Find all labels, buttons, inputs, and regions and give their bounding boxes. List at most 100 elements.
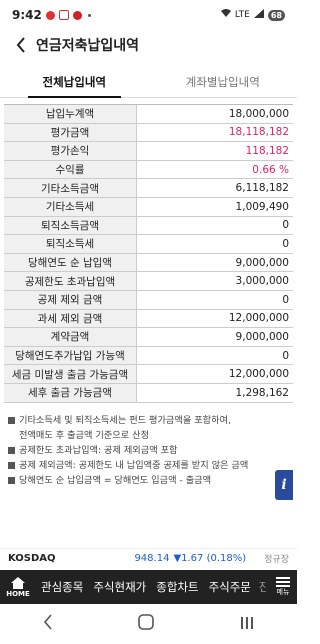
- row-label: 당해연도추가납입 가능액: [4, 346, 137, 365]
- row-label: 퇴직소득세: [4, 235, 137, 253]
- row-label: 당해연도 순 납입액: [4, 253, 137, 272]
- row-label: 퇴직소득금액: [4, 216, 137, 235]
- bullet-icon: [8, 446, 15, 454]
- row-value: 1,009,490: [235, 200, 289, 213]
- signal-icon: [253, 9, 264, 21]
- note-item: 당해연도 순 납입금액 = 당해연도 입금액 - 출금액: [8, 473, 289, 488]
- battery-icon: 68: [267, 9, 285, 21]
- index-ticker[interactable]: KOSDAQ 948.14 ▼1.67 (0.18%) 정규장: [0, 548, 297, 568]
- tab-by-account[interactable]: 계좌별납입내역: [149, 66, 298, 97]
- menu-label: 메뉴: [276, 588, 290, 596]
- status-bar: 9:42 LTE 68: [0, 0, 297, 30]
- home-label: HOME: [6, 589, 30, 598]
- bullet-icon: [8, 416, 15, 424]
- row-label: 평가금액: [4, 123, 137, 142]
- system-home-icon[interactable]: [138, 614, 155, 634]
- wifi-icon: [220, 9, 231, 21]
- system-back-icon[interactable]: [43, 614, 53, 634]
- row-value: 0.66 %: [252, 163, 289, 176]
- table-row: 평가손익 118,182: [4, 142, 293, 161]
- network-label: LTE: [234, 10, 250, 20]
- ticker-name: KOSDAQ: [8, 553, 56, 564]
- row-label: 세금 미발생 출금 가능금액: [4, 365, 137, 383]
- row-label: 평가손익: [4, 142, 137, 160]
- row-value: 9,000,000: [235, 256, 289, 269]
- nav-stock-price[interactable]: 주식현재가: [88, 579, 151, 595]
- back-arrow-icon[interactable]: [12, 36, 30, 54]
- row-value: 9,000,000: [235, 330, 289, 343]
- table-row: 과세 제외 금액 12,000,000: [4, 309, 293, 329]
- menu-button[interactable]: 메뉴: [269, 577, 297, 597]
- page-title: 연금저축납입내역: [36, 38, 140, 54]
- bullet-icon: [8, 476, 15, 484]
- nav-watchlist[interactable]: 관심종목: [36, 579, 88, 595]
- header: 연금저축납입내역: [0, 30, 297, 60]
- row-value: 3,000,000: [235, 275, 289, 288]
- row-value: 0: [282, 293, 289, 306]
- note-text: 공제 제외금액: 공제한도 내 납입액중 공제를 받지 않은 금액: [19, 459, 249, 471]
- status-time: 9:42: [12, 8, 42, 22]
- hamburger-icon: [276, 577, 290, 587]
- table-row: 당해연도 순 납입액 9,000,000: [4, 253, 293, 273]
- tab-bar: 전체납입내역 계좌별납입내역: [0, 66, 297, 98]
- row-value: 0: [282, 219, 289, 232]
- notification-icon: [45, 10, 55, 20]
- table-row: 퇴직소득금액 0: [4, 216, 293, 236]
- table-row: 세금 미발생 출금 가능금액 12,000,000: [4, 365, 293, 384]
- row-label: 과세 제외 금액: [4, 309, 137, 328]
- bottom-nav: HOME 관심종목 주식현재가 종합차트 주식주문 잔 메뉴: [0, 570, 297, 604]
- table-row: 수익률 0.66 %: [4, 160, 293, 180]
- bullet-icon: [8, 461, 15, 469]
- table-row: 기타소득세 1,009,490: [4, 197, 293, 217]
- row-label: 세후 출금 가능금액: [4, 383, 137, 402]
- row-value: 1,298,162: [235, 386, 289, 399]
- row-label: 기타소득세: [4, 197, 137, 216]
- status-right: LTE 68: [220, 9, 285, 21]
- info-button[interactable]: i: [275, 470, 293, 500]
- ticker-change: ▼1.67 (0.18%): [173, 553, 247, 564]
- row-value: 0: [282, 237, 289, 250]
- table-row: 평가금액 18,118,182: [4, 123, 293, 143]
- note-text-continued: 전액매도 후 출금액 기준으로 산정: [19, 429, 150, 441]
- note-item: 공제한도 초과납입액: 공제 제외금액 포함: [8, 443, 289, 458]
- table-row: 공제 제외 금액 0: [4, 290, 293, 310]
- tab-all-payments[interactable]: 전체납입내역: [0, 66, 149, 98]
- more-notifications-icon: [87, 13, 91, 17]
- table-row: 납입누계액 18,000,000: [4, 105, 293, 124]
- notes-section: 기타소득세 및 퇴직소득세는 펀드 평가금액을 포함하여, 전액매도 후 출금액…: [8, 413, 289, 488]
- row-label: 계약금액: [4, 328, 137, 346]
- note-text: 기타소득세 및 퇴직소득세는 펀드 평가금액을 포함하여,: [19, 414, 231, 426]
- row-value: 18,000,000: [228, 107, 289, 120]
- system-recents-icon[interactable]: [240, 615, 254, 634]
- shield-icon: [58, 10, 69, 20]
- nav-overflow-item[interactable]: 잔: [256, 579, 266, 595]
- table-row: 세후 출금 가능금액 1,298,162: [4, 383, 293, 403]
- row-value: 0: [282, 349, 289, 362]
- note-text: 공제한도 초과납입액: 공제 제외금액 포함: [19, 444, 178, 456]
- ticker-value: 948.14: [134, 553, 170, 564]
- row-value: 12,000,000: [228, 368, 289, 381]
- row-value: 118,182: [245, 144, 289, 157]
- note-item: 기타소득세 및 퇴직소득세는 펀드 평가금액을 포함하여,: [8, 413, 289, 428]
- row-value: 6,118,182: [235, 182, 289, 195]
- row-label: 공제한도 초과납입액: [4, 272, 137, 290]
- payment-summary-table: 납입누계액 18,000,000 평가금액 18,118,182 평가손익 118,182…: [4, 104, 293, 403]
- table-row: 당해연도추가납입 가능액 0: [4, 346, 293, 366]
- nav-chart[interactable]: 종합차트: [151, 579, 203, 595]
- row-label: 공제 제외 금액: [4, 290, 137, 309]
- market-status: 정규장: [264, 555, 289, 565]
- home-button[interactable]: HOME: [0, 576, 36, 598]
- row-label: 기타소득금액: [4, 179, 137, 197]
- app-notification-icon: [72, 10, 82, 20]
- table-row: 공제한도 초과납입액 3,000,000: [4, 272, 293, 291]
- system-nav-bar: [0, 604, 297, 644]
- row-label: 납입누계액: [4, 105, 137, 123]
- status-left: 9:42: [12, 8, 91, 22]
- nav-stock-order[interactable]: 주식주문: [204, 579, 256, 595]
- table-row: 기타소득금액 6,118,182: [4, 179, 293, 198]
- table-row: 퇴직소득세 0: [4, 235, 293, 254]
- note-text: 당해연도 순 납입금액 = 당해연도 입금액 - 출금액: [19, 474, 212, 486]
- row-value: 18,118,182: [228, 126, 289, 139]
- table-row: 계약금액 9,000,000: [4, 328, 293, 347]
- row-label: 수익률: [4, 160, 137, 179]
